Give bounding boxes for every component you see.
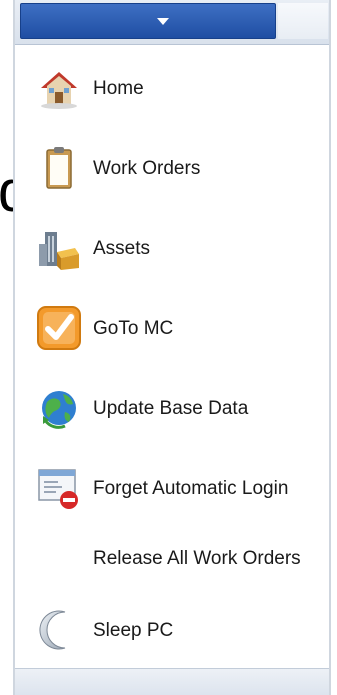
menu-item-sleep-pc[interactable]: Sleep PC <box>15 600 329 662</box>
menu-item-assets[interactable]: Assets <box>15 218 329 280</box>
globe-refresh-icon <box>35 384 83 432</box>
house-icon <box>35 64 83 112</box>
menu-item-label: Sleep PC <box>93 620 174 641</box>
menu-item-work-orders[interactable]: Work Orders <box>15 138 329 200</box>
menu-item-label: GoTo MC <box>93 318 174 339</box>
checkmark-icon <box>35 304 83 352</box>
menu-item-home[interactable]: Home <box>15 58 329 120</box>
menu-item-label: Update Base Data <box>93 398 249 419</box>
menu-item-update-base-data[interactable]: Update Base Data <box>15 378 329 440</box>
collapse-menu-button[interactable] <box>20 3 276 39</box>
menu-item-label: Forget Automatic Login <box>93 478 289 499</box>
menu-header <box>15 0 329 45</box>
chevron-down-icon <box>157 18 169 25</box>
moon-icon <box>35 606 83 654</box>
menu-item-label: Work Orders <box>93 158 201 179</box>
menu-item-goto-mc[interactable]: GoTo MC <box>15 298 329 360</box>
menu-item-release-all-work-orders[interactable]: Release All Work Orders <box>15 528 329 590</box>
menu-footer <box>15 668 329 695</box>
header-spacer <box>278 3 328 39</box>
navigation-menu-panel: Home Work Orders Assets GoTo MC Update B… <box>13 0 331 695</box>
clipboard-icon <box>35 144 83 192</box>
menu-item-forget-automatic-login[interactable]: Forget Automatic Login <box>15 458 329 520</box>
window-remove-icon <box>35 464 83 512</box>
menu-item-label: Home <box>93 78 144 99</box>
building-icon <box>35 224 83 272</box>
menu-item-label: Assets <box>93 238 151 259</box>
menu-item-label: Release All Work Orders <box>93 548 301 569</box>
